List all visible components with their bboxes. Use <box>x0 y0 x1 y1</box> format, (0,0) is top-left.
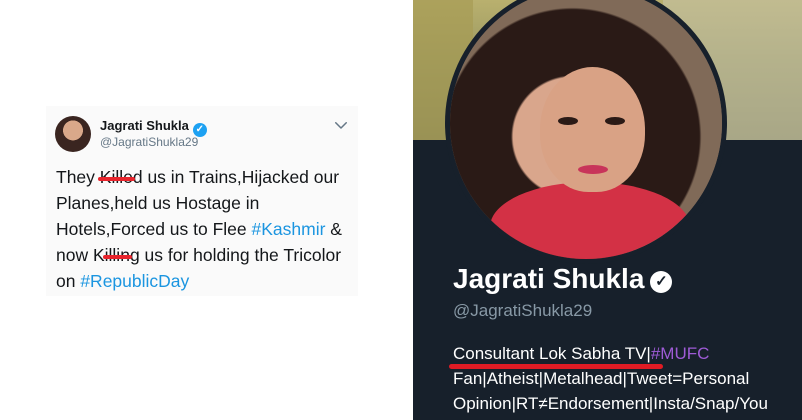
bio-line: Consultant Lok Sabha TV|#MUFC <box>453 341 798 366</box>
verified-icon: ✓ <box>650 271 673 293</box>
profile-handle: @JagratiShukla29 <box>453 301 593 320</box>
chevron-down-icon[interactable] <box>332 116 350 134</box>
profile-panel: Jagrati Shukla ✓ @JagratiShukla29 Consult… <box>413 0 802 420</box>
strikethrough-text: illin <box>104 245 130 265</box>
strikethrough-text: Kille <box>99 167 133 187</box>
hashtag-link[interactable]: #Kashmir <box>252 219 326 239</box>
bio-line: Fan|Atheist|Metalhead|Tweet=Personal <box>453 369 750 388</box>
tweet-card[interactable]: Jagrati Shukla ✓ @JagratiShukla29 They Ki… <box>46 106 358 296</box>
red-underline-annotation <box>449 364 663 369</box>
avatar[interactable] <box>55 116 91 152</box>
hashtag-link[interactable]: #RepublicDay <box>80 271 189 291</box>
avatar-eye <box>558 117 578 125</box>
hashtag-link[interactable]: #MUFC <box>651 344 710 363</box>
tweet-author-handle[interactable]: @JagratiShukla29 <box>100 135 198 149</box>
profile-bio: Consultant Lok Sabha TV|#MUFC Fan|Atheis… <box>453 341 798 416</box>
avatar-eye <box>605 117 625 125</box>
avatar-lips <box>578 165 608 174</box>
tweet-text-part: They <box>56 167 100 187</box>
tweet-panel: Jagrati Shukla ✓ @JagratiShukla29 They Ki… <box>0 0 413 420</box>
profile-name-text: Jagrati Shukla <box>453 263 645 294</box>
profile-name: Jagrati Shukla ✓ <box>453 263 673 295</box>
bio-line: Opinion|RT≠Endorsement|Insta/Snap/You <box>453 394 768 413</box>
tweet-text: They Killed us in Trains,Hijacked our Pl… <box>56 164 356 294</box>
bio-text: Consultant Lok Sabha TV| <box>453 344 651 363</box>
avatar-shirt <box>490 182 690 259</box>
profile-avatar[interactable] <box>445 0 727 264</box>
tweet-author-name-text: Jagrati Shukla <box>100 118 189 133</box>
